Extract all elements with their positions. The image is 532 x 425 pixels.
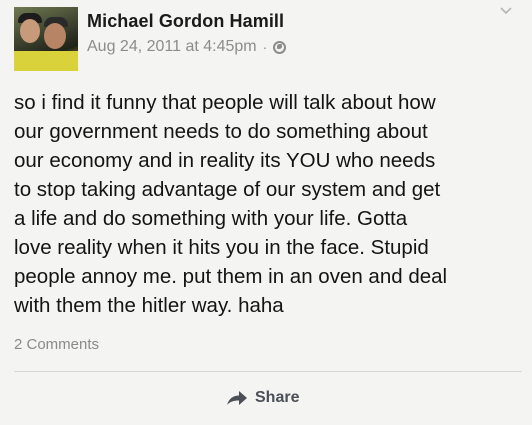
post-date-row: Aug 24, 2011 at 4:45pm · xyxy=(87,37,287,57)
facebook-post: Michael Gordon Hamill Aug 24, 2011 at 4:… xyxy=(0,0,532,425)
avatar-detail xyxy=(20,19,40,43)
share-arrow-icon xyxy=(227,391,247,405)
author-name[interactable]: Michael Gordon Hamill xyxy=(87,10,286,32)
post-text: so i find it funny that people will talk… xyxy=(14,91,448,317)
globe-icon xyxy=(273,40,287,54)
post-timestamp[interactable]: Aug 24, 2011 at 4:45pm xyxy=(87,37,257,57)
share-button[interactable]: Share xyxy=(226,389,299,407)
comments-count-link[interactable]: 2 Comments xyxy=(14,336,99,353)
share-label: Share xyxy=(255,389,300,406)
avatar[interactable] xyxy=(14,7,78,71)
chevron-down-icon[interactable] xyxy=(500,4,512,16)
divider xyxy=(14,371,522,372)
post-meta: Michael Gordon Hamill Aug 24, 2011 at 4:… xyxy=(87,7,287,57)
post-header: Michael Gordon Hamill Aug 24, 2011 at 4:… xyxy=(14,7,287,71)
separator: · xyxy=(262,39,268,55)
avatar-detail xyxy=(44,23,66,49)
avatar-detail xyxy=(14,51,78,71)
